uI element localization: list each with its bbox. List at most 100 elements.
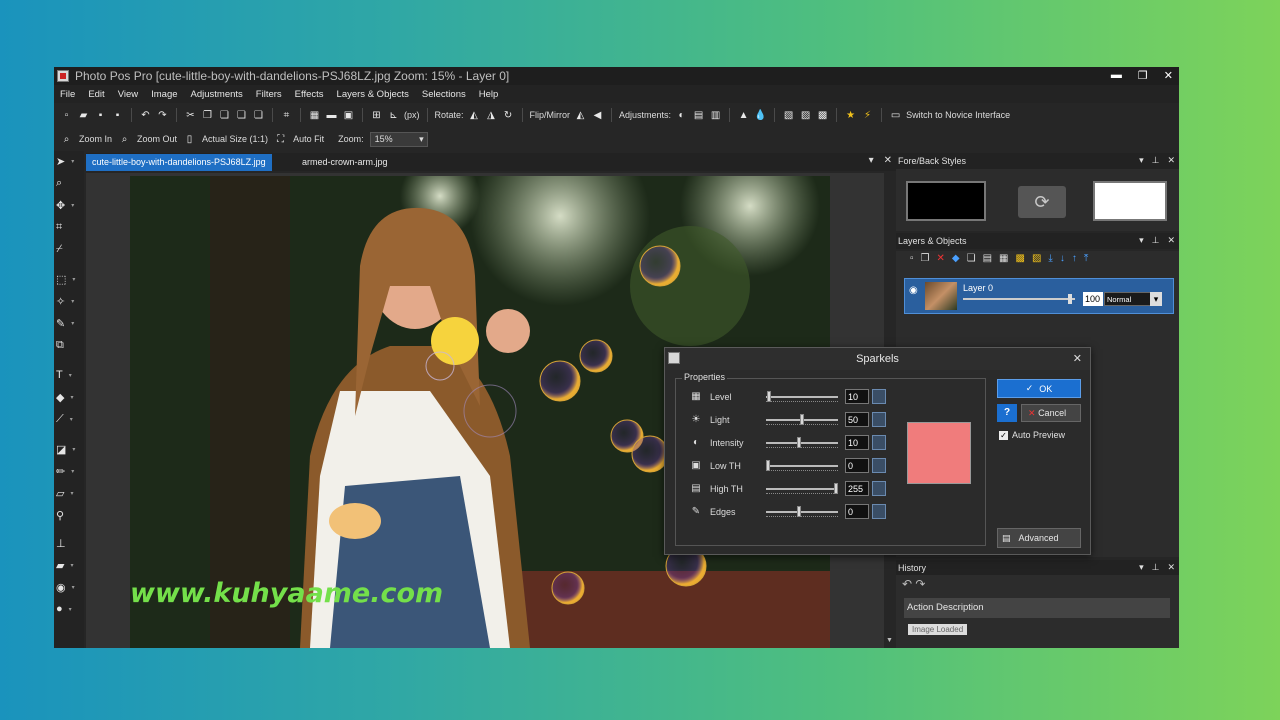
level-slider-thumb[interactable] xyxy=(767,391,772,402)
paste-new-icon[interactable]: ❏ xyxy=(235,109,248,122)
transform-tool-icon[interactable]: ⧉ xyxy=(56,337,82,353)
delete-layer-icon[interactable]: ✕ xyxy=(937,253,945,269)
move-down-icon[interactable]: ↓ xyxy=(1060,253,1065,269)
move-bottom-icon[interactable]: ⤓ xyxy=(1048,253,1052,269)
switch-novice-button[interactable]: Switch to Novice Interface xyxy=(906,110,1010,120)
dialog-close-icon[interactable]: ✕ xyxy=(1073,352,1082,365)
zoom-out-button[interactable]: Zoom Out xyxy=(137,134,177,144)
levels-icon[interactable]: ▥ xyxy=(709,109,722,122)
low-th-spin-button[interactable] xyxy=(872,458,886,473)
rect-select-tool-icon[interactable]: ⬚ ▾ xyxy=(56,271,82,287)
crop-tool-icon[interactable]: ⌗ xyxy=(56,219,82,235)
close-tab-icon[interactable]: ✕ xyxy=(884,155,892,166)
layer-opacity-slider-thumb[interactable] xyxy=(1067,294,1072,304)
redo-icon[interactable]: ↷ xyxy=(156,109,169,122)
maximize-button[interactable]: ❐ xyxy=(1138,69,1148,82)
ungroup-layer-icon[interactable]: ▨ xyxy=(1032,253,1041,269)
merge-layer-icon[interactable]: ❏ xyxy=(967,253,976,269)
visibility-eye-icon[interactable]: ◉ xyxy=(909,285,923,307)
effect-two-icon[interactable]: ▨ xyxy=(799,109,812,122)
save-icon[interactable]: ▪ xyxy=(94,109,107,122)
high-th-input[interactable]: 255 xyxy=(845,481,869,496)
zoom-in-button[interactable]: Zoom In xyxy=(79,134,112,144)
line-tool-icon[interactable]: ⟋ ▾ xyxy=(56,411,82,427)
pin-icon[interactable]: ⊥ xyxy=(1152,562,1160,573)
blend-mode-select[interactable]: Normal xyxy=(1104,292,1162,306)
units-label[interactable]: (px) xyxy=(404,110,420,120)
light-spin-button[interactable] xyxy=(872,412,886,427)
rotate-right-icon[interactable]: ◮ xyxy=(485,109,498,122)
history-item[interactable]: Image Loaded xyxy=(904,622,988,636)
text-tool-icon[interactable]: T ▾ xyxy=(56,367,82,383)
swap-colors-icon[interactable]: ⟳ xyxy=(1018,186,1066,218)
menu-filters[interactable]: Filters xyxy=(250,89,289,100)
low-th-slider[interactable] xyxy=(766,465,838,467)
move-up-icon[interactable]: ↑ xyxy=(1072,253,1077,269)
layer-opacity-input[interactable]: 100 xyxy=(1083,292,1103,306)
actual-size-button[interactable]: Actual Size (1:1) xyxy=(202,134,268,144)
menu-file[interactable]: File xyxy=(54,89,82,100)
panel-menu-icon[interactable]: ▾ xyxy=(1139,155,1144,166)
panel-close-icon[interactable]: ✕ xyxy=(1167,155,1175,166)
ok-button[interactable]: ✓ OK xyxy=(997,379,1081,398)
minimize-button[interactable]: ▬ xyxy=(1111,69,1122,82)
level-spin-button[interactable] xyxy=(872,389,886,404)
edges-spin-button[interactable] xyxy=(872,504,886,519)
eraser-tool-icon[interactable]: ▱ ▾ xyxy=(56,485,82,501)
move-tool-icon[interactable]: ➤ ▾ xyxy=(56,153,82,169)
menu-image[interactable]: Image xyxy=(145,89,184,100)
new-layer-icon[interactable]: ▫ xyxy=(910,253,914,269)
sparkle-color-swatch[interactable] xyxy=(907,422,971,484)
layer-mask-icon[interactable]: ▤ xyxy=(983,253,992,269)
rotate-left-icon[interactable]: ◭ xyxy=(468,109,481,122)
edges-slider[interactable] xyxy=(766,511,838,513)
intensity-input[interactable]: 10 xyxy=(845,435,869,450)
auto-fit-button[interactable]: Auto Fit xyxy=(293,134,324,144)
duplicate-layer-icon[interactable]: ❐ xyxy=(921,253,930,269)
panel-close-icon[interactable]: ✕ xyxy=(1167,562,1175,573)
zoom-in-icon[interactable]: ⌕ xyxy=(60,133,73,146)
redo-icon[interactable]: ↷ xyxy=(915,577,925,591)
crop-icon[interactable]: ⌗ xyxy=(280,109,293,122)
auto-preview-checkbox[interactable]: ✓ Auto Preview xyxy=(999,430,1065,440)
high-th-spin-button[interactable] xyxy=(872,481,886,496)
contrast-icon[interactable]: ◐ xyxy=(675,109,688,122)
intensity-slider[interactable] xyxy=(766,442,838,444)
layer-row[interactable]: ◉ Layer 0 100 Normal xyxy=(904,278,1174,314)
stamp-tool-icon[interactable]: ⊥ xyxy=(56,535,82,551)
flip-vertical-icon[interactable]: ◀ xyxy=(591,109,604,122)
actual-size-icon[interactable]: ▯ xyxy=(183,133,196,146)
new-file-icon[interactable]: ▫ xyxy=(60,109,73,122)
shape-tool-icon[interactable]: ◆ ▾ xyxy=(56,389,82,405)
rotate-free-icon[interactable]: ↻ xyxy=(502,109,515,122)
light-slider-thumb[interactable] xyxy=(800,414,804,425)
pin-icon[interactable]: ⊥ xyxy=(1152,155,1160,166)
checkbox-check-icon[interactable]: ✓ xyxy=(999,430,1008,440)
move-top-icon[interactable]: ⤒ xyxy=(1084,253,1088,269)
resize-image-icon[interactable]: ⊞ xyxy=(370,109,383,122)
tab-list-icon[interactable]: ▾ xyxy=(869,155,874,166)
dodge-tool-icon[interactable]: ● ▾ xyxy=(56,601,82,617)
zoom-tool-icon[interactable]: ⌕ xyxy=(56,175,82,191)
menu-edit[interactable]: Edit xyxy=(82,89,111,100)
level-input[interactable]: 10 xyxy=(845,389,869,404)
brush-tool-icon[interactable]: ✏ ▾ xyxy=(56,463,82,479)
paste-icon[interactable]: ❏ xyxy=(218,109,231,122)
star-icon[interactable]: ★ xyxy=(844,109,857,122)
foreground-color-swatch[interactable] xyxy=(906,181,986,221)
color-balance-icon[interactable]: ▤ xyxy=(692,109,705,122)
cancel-button[interactable]: ✕ Cancel xyxy=(1021,404,1081,422)
intensity-slider-thumb[interactable] xyxy=(796,437,801,448)
lasso-tool-icon[interactable]: ✎ ▾ xyxy=(56,315,82,331)
eyedropper-tool-icon[interactable]: ⚲ xyxy=(56,507,82,523)
undo-icon[interactable]: ↶ xyxy=(139,109,152,122)
menu-layers-objects[interactable]: Layers & Objects xyxy=(331,89,416,100)
pin-icon[interactable]: ⊥ xyxy=(1152,235,1160,246)
blur-icon[interactable]: 💧 xyxy=(754,109,767,122)
auto-fit-icon[interactable]: ⛶ xyxy=(274,133,287,146)
light-input[interactable]: 50 xyxy=(845,412,869,427)
straighten-tool-icon[interactable]: ⌿ xyxy=(56,241,82,257)
close-button[interactable]: ✕ xyxy=(1164,69,1173,82)
group-layer-icon[interactable]: ▩ xyxy=(1015,253,1024,269)
fill-tool-icon[interactable]: ◪ ▾ xyxy=(56,441,82,457)
